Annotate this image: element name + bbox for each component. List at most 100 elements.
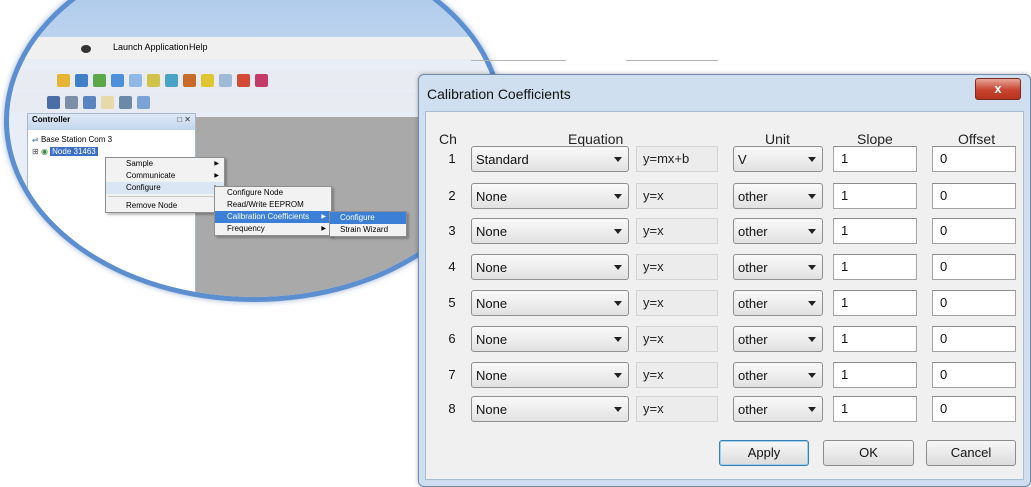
unit-dropdown[interactable]: other [733, 396, 823, 422]
slope-field[interactable]: 1 [833, 290, 917, 316]
offset-field[interactable]: 0 [932, 146, 1016, 172]
menu-item-sample[interactable]: Sample ▶ [106, 158, 224, 170]
toolbar-icon[interactable] [137, 96, 150, 109]
toolbar-icon[interactable] [65, 96, 78, 109]
offset-field[interactable]: 0 [932, 218, 1016, 244]
toolbar-icon[interactable] [183, 74, 196, 87]
equation-dropdown[interactable]: None [471, 326, 629, 352]
equation-formula: y=x [636, 396, 718, 422]
equation-value: None [476, 402, 508, 417]
toolbar-icon[interactable] [111, 74, 124, 87]
toolbar-icon[interactable] [93, 74, 106, 87]
offset-field[interactable]: 0 [932, 290, 1016, 316]
equation-dropdown[interactable]: Standard [471, 146, 629, 172]
toolbar-icon[interactable] [129, 74, 142, 87]
unit-value: V [738, 152, 747, 167]
menu-item-frequency[interactable]: Frequency ▶ [215, 223, 331, 235]
chevron-down-icon [808, 265, 816, 270]
unit-value: other [738, 224, 768, 239]
panel-pin-close-icons[interactable]: □ ✕ [177, 115, 191, 124]
equation-value: None [476, 260, 508, 275]
toolbar-icon[interactable] [57, 74, 70, 87]
equation-dropdown[interactable]: None [471, 362, 629, 388]
menu-item-configure[interactable]: Configure▶ [106, 182, 224, 194]
equation-dropdown[interactable]: None [471, 218, 629, 244]
expand-icon[interactable]: ⊞ [32, 147, 39, 156]
equation-formula: y=x [636, 326, 718, 352]
unit-value: other [738, 332, 768, 347]
ok-button[interactable]: OK [823, 440, 914, 466]
toolbar-icon[interactable] [219, 74, 232, 87]
menu-help[interactable]: Help [189, 42, 208, 52]
offset-field[interactable]: 0 [932, 362, 1016, 388]
slope-field[interactable]: 1 [833, 254, 917, 280]
unit-dropdown[interactable]: other [733, 218, 823, 244]
app-logo-icon [81, 45, 91, 53]
unit-dropdown[interactable]: other [733, 183, 823, 209]
slope-field[interactable]: 1 [833, 218, 917, 244]
header-unit: Unit [765, 131, 790, 147]
equation-value: None [476, 224, 508, 239]
equation-group-line [626, 60, 718, 61]
channel-number: 3 [448, 223, 456, 238]
slope-field[interactable]: 1 [833, 396, 917, 422]
toolbar-icon[interactable] [75, 74, 88, 87]
toolbar-icon[interactable] [255, 74, 268, 87]
menu-item-label: Frequency [227, 224, 265, 233]
toolbar-icon[interactable] [147, 74, 160, 87]
chevron-down-icon [808, 194, 816, 199]
menu-item-strain-wizard[interactable]: Strain Wizard [330, 224, 406, 236]
menu-item-configure-node[interactable]: Configure Node [215, 187, 331, 199]
tree-item-base-station[interactable]: ⇌ Base Station Com 3 [32, 135, 112, 144]
menu-item-read-write-eeprom[interactable]: Read/Write EEPROM [215, 199, 331, 211]
unit-dropdown[interactable]: other [733, 326, 823, 352]
node-context-menu: Sample ▶ Communicate ▶ Configure▶ Remove N… [105, 157, 225, 213]
close-button[interactable]: x [975, 78, 1021, 100]
menu-item-label: Configure Node [227, 188, 284, 197]
calibration-coefficients-dialog: Calibration Coefficients x [418, 74, 1031, 487]
slope-field[interactable]: 1 [833, 362, 917, 388]
tree-item-node[interactable]: ⊞ ◉ Node 31463 [32, 147, 98, 156]
toolbar-icon[interactable] [201, 74, 214, 87]
node-icon: ◉ [40, 147, 48, 156]
offset-field[interactable]: 0 [932, 396, 1016, 422]
toolbar-icon[interactable] [119, 96, 132, 109]
cancel-button[interactable]: Cancel [926, 440, 1016, 466]
slope-field[interactable]: 1 [833, 183, 917, 209]
equation-group-line [471, 60, 566, 61]
slope-field[interactable]: 1 [833, 146, 917, 172]
save-icon[interactable] [47, 96, 60, 109]
menu-item-remove-node[interactable]: Remove Node [106, 200, 224, 212]
dialog-title: Calibration Coefficients [427, 86, 571, 102]
configure-submenu: Configure Node Read/Write EEPROM Calibra… [214, 186, 332, 236]
menu-item-label: Configure [340, 213, 375, 222]
hand-icon[interactable] [101, 96, 114, 109]
menu-item-communicate[interactable]: Communicate ▶ [106, 170, 224, 182]
unit-dropdown[interactable]: other [733, 362, 823, 388]
equation-dropdown[interactable]: None [471, 183, 629, 209]
equation-dropdown[interactable]: None [471, 254, 629, 280]
unit-dropdown[interactable]: other [733, 290, 823, 316]
toolbar-icon[interactable] [237, 74, 250, 87]
menu-item-configure-calibration[interactable]: Configure [330, 212, 406, 224]
equation-dropdown[interactable]: None [471, 290, 629, 316]
toolbar-icon[interactable] [83, 96, 96, 109]
unit-value: other [738, 402, 768, 417]
offset-field[interactable]: 0 [932, 183, 1016, 209]
chevron-down-icon [808, 157, 816, 162]
chevron-down-icon [808, 301, 816, 306]
unit-dropdown[interactable]: V [733, 146, 823, 172]
toolbar-icon[interactable] [165, 74, 178, 87]
menu-launch-application[interactable]: Launch Application [113, 42, 189, 52]
channel-number: 6 [448, 331, 456, 346]
equation-formula: y=x [636, 254, 718, 280]
chevron-down-icon [808, 229, 816, 234]
apply-button[interactable]: Apply [719, 440, 809, 466]
menu-item-label: Remove Node [126, 201, 178, 210]
equation-dropdown[interactable]: None [471, 396, 629, 422]
slope-field[interactable]: 1 [833, 326, 917, 352]
unit-dropdown[interactable]: other [733, 254, 823, 280]
offset-field[interactable]: 0 [932, 326, 1016, 352]
menu-item-calibration-coefficients[interactable]: Calibration Coefficients ▶ [215, 211, 331, 223]
offset-field[interactable]: 0 [932, 254, 1016, 280]
